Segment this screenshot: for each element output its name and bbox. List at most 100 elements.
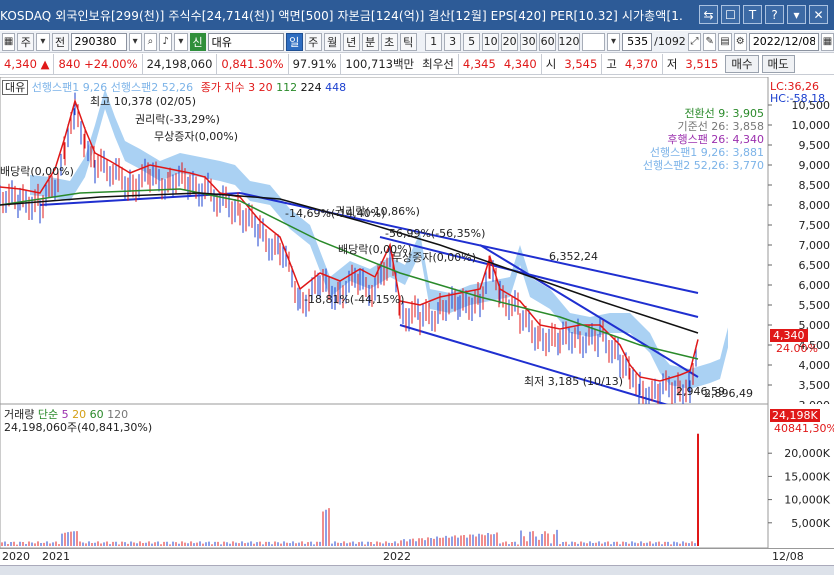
current-price: 4,340 ▲	[4, 57, 50, 71]
volume-current-marker: 24,198K	[770, 409, 820, 422]
bid-price: 4,340	[503, 57, 537, 71]
search-icon[interactable]: ⌕	[143, 32, 157, 51]
close-button[interactable]: ✕	[809, 5, 828, 24]
annotation-bonus2: 무상증자(0,00%)	[392, 251, 477, 264]
open-price: 3,545	[564, 57, 598, 71]
grid-icon[interactable]: ▤	[718, 32, 732, 51]
volume-current-pct: 40841,30%	[774, 422, 834, 435]
ichimoku-values: 전환선 9: 3,905 기준선 26: 3,858 후행스팬 26: 4,340 선…	[643, 107, 764, 172]
horizontal-scrollbar[interactable]	[0, 565, 834, 575]
text-toggle-button[interactable]: T	[743, 5, 762, 24]
low-price: 3,515	[685, 57, 719, 71]
interval-30[interactable]: 30	[520, 32, 538, 51]
period-year-tab[interactable]: 년	[342, 32, 360, 51]
high-price: 4,370	[624, 57, 658, 71]
annotation-low: 최저 3,185 (10/13)	[524, 375, 624, 388]
interval-120[interactable]: 120	[558, 32, 580, 51]
x-label-end: 12/08	[772, 550, 804, 563]
annotation-high: 최고 10,378 (02/05)	[90, 95, 197, 108]
minimize-button[interactable]: ▾	[787, 5, 806, 24]
interval-60[interactable]: 60	[539, 32, 557, 51]
time-axis: 2020 2021 2022 12/08	[0, 548, 834, 565]
tools-icon[interactable]: ✎	[703, 32, 717, 51]
sell-button[interactable]: 매도	[761, 55, 795, 73]
interval-3[interactable]: 3	[444, 32, 462, 51]
annotation-pct3: -18,81%(-44,15%)	[304, 293, 405, 306]
volume-tick-label: 5,000K	[791, 517, 830, 530]
sound-icon[interactable]: ♪	[159, 32, 173, 51]
code-dropdown-icon[interactable]: ▾	[128, 32, 142, 51]
annotation-rights: 권리락(-33,29%)	[135, 113, 220, 126]
link-window-button[interactable]: ⇆	[699, 5, 718, 24]
period-day-tab[interactable]: 일	[285, 32, 303, 51]
period-second-tab[interactable]: 초	[380, 32, 398, 51]
quote-bar: 4,340 ▲ 840 +24.00% 24,198,060 0,841.30%…	[0, 53, 834, 75]
current-pct-marker: 24.00%	[776, 342, 818, 355]
date-input[interactable]	[748, 32, 819, 51]
price-tick-label: 9,500	[799, 139, 831, 152]
price-tick-label: 4,000	[799, 359, 831, 372]
chart-layout-icon[interactable]: ▦	[2, 32, 16, 51]
volume-tick-label: 20,000K	[784, 447, 830, 460]
calendar-icon[interactable]: ▦	[820, 32, 834, 51]
interval-1[interactable]: 1	[425, 32, 443, 51]
price-tick-label: 7,000	[799, 239, 831, 252]
stock-name-input[interactable]	[207, 32, 284, 51]
price-tick-label: 9,000	[799, 159, 831, 172]
market-select[interactable]: 주	[17, 32, 35, 51]
current-price-marker: 4,340	[770, 329, 808, 342]
price-chart[interactable]: 10,500 10,000 9,500 9,000 8,500 8,000 7,500 7,0…	[0, 76, 834, 412]
ichimoku-value-1: 기준선 26: 3,858	[677, 120, 764, 133]
legend-ma224: 224	[300, 81, 322, 94]
price-tick-label: 5,500	[799, 299, 831, 312]
window-title: KOSDAQ 외국인보유[299(천)] 주식수[24,714(천)] 액면[5…	[0, 8, 683, 23]
interval-5[interactable]: 5	[463, 32, 481, 51]
price-tick-label: 8,000	[799, 199, 831, 212]
volume-tick-label: 10,000K	[784, 494, 830, 507]
price-tick-label: 7,500	[799, 219, 831, 232]
restore-button[interactable]: ☐	[721, 5, 740, 24]
bar-count-input[interactable]	[622, 32, 653, 51]
interval-10[interactable]: 10	[482, 32, 500, 51]
period-week-tab[interactable]: 주	[304, 32, 322, 51]
ichimoku-value-3: 선행스팬1 9,26: 3,881	[649, 146, 764, 159]
period-tick-tab[interactable]: 틱	[399, 32, 417, 51]
price-tick-label: 8,500	[799, 179, 831, 192]
annotation-bonus1: 무상증자(0,00%)	[154, 130, 239, 143]
hc-value: HC:-58,18	[770, 92, 826, 105]
interval-dropdown-icon[interactable]: ▾	[606, 32, 621, 51]
period-minute-tab[interactable]: 분	[361, 32, 379, 51]
price-axis: 10,50010,0009,5009,0008,5008,0007,5007,0…	[768, 99, 831, 412]
x-label-2022: 2022	[383, 550, 411, 563]
legend-ma20: 20	[258, 81, 273, 94]
other-ratio: 97.91%	[287, 53, 341, 75]
legend-ma-label: 종가 지수 3	[200, 81, 256, 94]
annotation-v2: 2,896,49	[704, 387, 753, 400]
settings-icon[interactable]: ⚙	[733, 32, 747, 51]
annotation-pct2: -56,99%(-56,35%)	[385, 227, 486, 240]
up-arrow-icon: ▲	[40, 57, 50, 71]
zoom-icon[interactable]: ⤢	[687, 32, 702, 51]
legend-ma448: 448	[325, 81, 347, 94]
chart-toolbar: ▦ 주 ▾ 전 ▾ ⌕ ♪ ▾ 신 일 주 월 년 분 초 틱 1 3 5 10…	[0, 31, 834, 53]
help-button[interactable]: ?	[765, 5, 784, 24]
ichimoku-value-4: 선행스팬2 52,26: 3,770	[642, 159, 764, 172]
interval-custom-input[interactable]	[581, 32, 605, 51]
price-change: 840 +24.00%	[53, 53, 141, 75]
price-tick-label: 6,500	[799, 259, 831, 272]
volume-chart[interactable]: 20,000K 15,000K 10,000K 5,000K 거래량 단순 5 20 …	[0, 403, 834, 549]
trade-amount: 100,713백만	[340, 53, 418, 75]
legend-ma112: 112	[276, 81, 298, 94]
x-label-2020: 2020	[2, 550, 30, 563]
market-dropdown-icon[interactable]: ▾	[36, 32, 50, 51]
market-type-select[interactable]: 전	[51, 32, 69, 51]
interval-20[interactable]: 20	[501, 32, 519, 51]
period-month-tab[interactable]: 월	[323, 32, 341, 51]
dropdown-icon[interactable]: ▾	[174, 32, 188, 51]
stock-code-input[interactable]	[70, 32, 127, 51]
volume-ratio: 0,841.30%	[216, 53, 287, 75]
stock-name-tag: 대유	[2, 80, 29, 95]
buy-button[interactable]: 매수	[725, 55, 759, 73]
volume-value: 24,198,060	[141, 53, 217, 75]
annotation-dividend1: 배당락(0,00%)	[0, 165, 74, 178]
